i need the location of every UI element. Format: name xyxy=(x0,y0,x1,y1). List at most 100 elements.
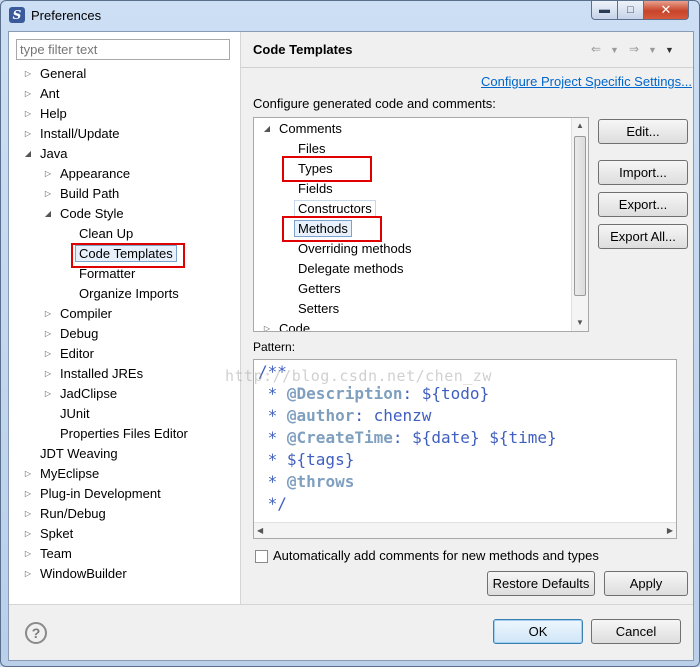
tree-item-appearance[interactable]: ▷ Appearance xyxy=(43,164,130,184)
pattern-label: Pattern: xyxy=(253,340,296,354)
scroll-left-icon[interactable]: ◀ xyxy=(257,526,263,535)
tree-item-myeclipse[interactable]: ▷ MyEclipse xyxy=(23,464,99,484)
export-all-button[interactable]: Export All... xyxy=(598,224,688,249)
scroll-thumb[interactable] xyxy=(574,136,586,296)
expand-arrow-icon[interactable]: ▷ xyxy=(23,464,33,484)
tree-item-compiler[interactable]: ▷ Compiler xyxy=(43,304,112,324)
expand-arrow-icon[interactable]: ▷ xyxy=(43,324,53,344)
tree-item-spket[interactable]: ▷ Spket xyxy=(23,524,73,544)
tree-item-windowbuilder[interactable]: ▷ WindowBuilder xyxy=(23,564,127,584)
back-menu-chevron-icon[interactable]: ▼ xyxy=(610,45,619,55)
preferences-window: S Preferences ▬ □ ✕ ▷General ▷Ant ▷Help … xyxy=(0,0,700,667)
expand-arrow-icon[interactable]: ▷ xyxy=(23,64,33,84)
window-title: Preferences xyxy=(31,8,102,23)
scroll-up-icon[interactable]: ▲ xyxy=(572,118,588,134)
auto-comments-checkbox[interactable] xyxy=(255,550,268,563)
template-item-overriding-methods[interactable]: Overriding methods xyxy=(298,239,411,259)
templates-tree[interactable]: ◢ Comments Files Types Fields Constructor… xyxy=(253,117,589,332)
preference-tree-pane: ▷General ▷Ant ▷Help ▷Install/Update ◢Jav… xyxy=(9,32,241,604)
expand-arrow-icon[interactable]: ▷ xyxy=(23,84,33,104)
close-button[interactable]: ✕ xyxy=(643,1,689,20)
expand-arrow-icon[interactable]: ▷ xyxy=(23,124,33,144)
scroll-down-icon[interactable]: ▼ xyxy=(572,315,588,331)
expand-arrow-icon[interactable]: ▷ xyxy=(43,304,53,324)
expand-arrow-icon[interactable]: ▷ xyxy=(23,524,33,544)
template-item-setters[interactable]: Setters xyxy=(298,299,339,319)
tag-createtime: @CreateTime xyxy=(286,428,393,447)
tree-item-general[interactable]: ▷ General xyxy=(23,64,86,84)
tree-item-debug[interactable]: ▷ Debug xyxy=(43,324,98,344)
template-item-delegate-methods[interactable]: Delegate methods xyxy=(298,259,404,279)
filter-input[interactable] xyxy=(16,39,230,60)
edit-button[interactable]: Edit... xyxy=(598,119,688,144)
expand-arrow-icon[interactable]: ▷ xyxy=(23,504,33,524)
tag-author: @author xyxy=(286,406,355,425)
tree-item-installed-jres[interactable]: ▷ Installed JREs xyxy=(43,364,143,384)
maximize-icon: □ xyxy=(627,4,634,16)
expand-arrow-icon[interactable]: ▷ xyxy=(43,364,53,384)
configure-project-settings-link[interactable]: Configure Project Specific Settings... xyxy=(481,74,692,89)
help-icon[interactable]: ? xyxy=(25,622,47,644)
export-button[interactable]: Export... xyxy=(598,192,688,217)
ok-button[interactable]: OK xyxy=(493,619,583,644)
tree-item-properties-files-editor[interactable]: Properties Files Editor xyxy=(60,424,188,444)
forward-menu-chevron-icon[interactable]: ▼ xyxy=(648,45,657,55)
import-button[interactable]: Import... xyxy=(598,160,688,185)
tree-item-junit[interactable]: JUnit xyxy=(60,404,90,424)
expand-arrow-icon[interactable]: ▷ xyxy=(23,484,33,504)
expand-arrow-icon[interactable]: ▷ xyxy=(23,544,33,564)
tree-item-jdt-weaving[interactable]: JDT Weaving xyxy=(40,444,118,464)
watermark: http://blog.csdn.net/chen_zw xyxy=(225,367,492,385)
apply-button[interactable]: Apply xyxy=(604,571,688,596)
tree-item-build-path[interactable]: ▷ Build Path xyxy=(43,184,119,204)
expand-arrow-icon[interactable]: ▷ xyxy=(23,564,33,584)
template-item-fields[interactable]: Fields xyxy=(298,179,333,199)
view-menu-chevron-icon[interactable]: ▼ xyxy=(665,45,674,55)
editor-horizontal-scrollbar[interactable]: ◀ ▶ xyxy=(254,522,676,538)
expand-arrow-icon[interactable]: ▷ xyxy=(43,184,53,204)
cancel-button[interactable]: Cancel xyxy=(591,619,681,644)
expand-arrow-icon[interactable]: ▷ xyxy=(43,344,53,364)
expand-arrow-icon[interactable]: ▷ xyxy=(43,384,53,404)
code-line-2: * @Description: ${todo} xyxy=(258,384,490,403)
tree-item-ant[interactable]: ▷ Ant xyxy=(23,84,60,104)
template-item-comments[interactable]: ◢ Comments xyxy=(262,119,342,139)
restore-defaults-button[interactable]: Restore Defaults xyxy=(487,571,595,596)
expand-arrow-icon[interactable]: ▷ xyxy=(262,319,272,331)
pattern-editor[interactable]: /** * @Description: ${todo} * @author: c… xyxy=(253,359,677,539)
tree-item-jadclipse[interactable]: ▷ JadClipse xyxy=(43,384,117,404)
back-arrow-icon[interactable]: ⇐ xyxy=(591,42,601,56)
template-item-getters[interactable]: Getters xyxy=(298,279,341,299)
forward-arrow-icon[interactable]: ⇒ xyxy=(629,42,639,56)
minimize-button[interactable]: ▬ xyxy=(591,1,618,20)
code-line-4: * @CreateTime: ${date} ${time} xyxy=(258,428,557,447)
footer-separator xyxy=(9,604,693,605)
tree-item-code-style[interactable]: ◢ Code Style xyxy=(43,204,124,224)
expand-arrow-icon[interactable]: ▷ xyxy=(43,164,53,184)
tree-item-java[interactable]: ◢ Java xyxy=(23,144,68,164)
tree-item-formatter[interactable]: Formatter xyxy=(79,264,135,284)
tree-item-clean-up[interactable]: Clean Up xyxy=(79,224,133,244)
collapse-arrow-icon[interactable]: ◢ xyxy=(23,144,33,164)
tree-item-plugin-development[interactable]: ▷ Plug-in Development xyxy=(23,484,161,504)
scroll-right-icon[interactable]: ▶ xyxy=(667,526,673,535)
tag-throws: @throws xyxy=(286,472,355,491)
tree-item-organize-imports[interactable]: Organize Imports xyxy=(79,284,179,304)
tree-item-help[interactable]: ▷ Help xyxy=(23,104,67,124)
auto-comments-label: Automatically add comments for new metho… xyxy=(273,548,599,563)
templates-vertical-scrollbar[interactable]: ▲ ▼ xyxy=(571,118,588,331)
template-item-code[interactable]: ▷ Code xyxy=(262,319,310,331)
tree-item-editor[interactable]: ▷ Editor xyxy=(43,344,94,364)
title-bar[interactable]: S Preferences ▬ □ ✕ xyxy=(1,1,699,31)
tag-description: @Description xyxy=(286,384,403,403)
tree-item-team[interactable]: ▷ Team xyxy=(23,544,72,564)
tree-item-install-update[interactable]: ▷ Install/Update xyxy=(23,124,120,144)
expand-arrow-icon[interactable]: ▷ xyxy=(23,104,33,124)
collapse-arrow-icon[interactable]: ◢ xyxy=(262,119,272,139)
close-icon: ✕ xyxy=(660,2,672,17)
header-separator xyxy=(241,67,693,68)
collapse-arrow-icon[interactable]: ◢ xyxy=(43,204,53,224)
tree-item-run-debug[interactable]: ▷ Run/Debug xyxy=(23,504,106,524)
code-line-6: * @throws xyxy=(258,472,355,491)
maximize-button[interactable]: □ xyxy=(617,1,644,20)
